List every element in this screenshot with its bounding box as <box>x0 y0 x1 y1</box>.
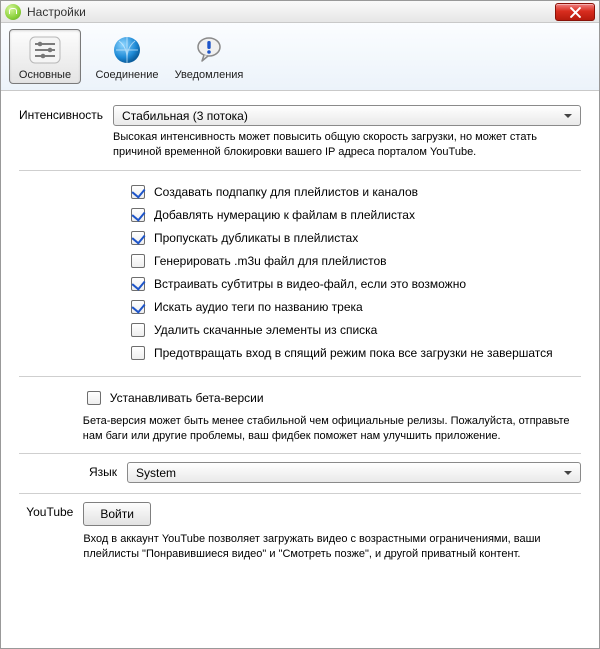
option-label[interactable]: Встраивать субтитры в видео-файл, если э… <box>154 277 466 291</box>
option-checkbox[interactable] <box>131 231 145 245</box>
option-checkbox[interactable] <box>131 277 145 291</box>
row-language: Язык System <box>19 462 581 483</box>
sliders-icon <box>28 33 62 67</box>
beta-hint: Бета-версия может быть менее стабильной … <box>83 414 581 444</box>
youtube-login-label: Войти <box>100 507 134 521</box>
option-row: Встраивать субтитры в видео-файл, если э… <box>127 274 581 294</box>
option-row: Искать аудио теги по названию трека <box>127 297 581 317</box>
option-row: Удалить скачанные элементы из списка <box>127 320 581 340</box>
beta-checkbox[interactable] <box>87 391 101 405</box>
option-row: Предотвращать вход в спящий режим пока в… <box>127 343 581 363</box>
language-select[interactable]: System <box>127 462 581 483</box>
toolbar: Основные Соединение <box>1 23 599 91</box>
tab-general[interactable]: Основные <box>9 29 81 84</box>
intensity-select[interactable]: Стабильная (3 потока) <box>113 105 581 126</box>
option-checkbox[interactable] <box>131 346 145 360</box>
intensity-value: Стабильная (3 потока) <box>122 109 248 123</box>
tab-general-label: Основные <box>19 69 71 81</box>
option-label[interactable]: Генерировать .m3u файл для плейлистов <box>154 254 387 268</box>
language-label: Язык <box>19 462 127 479</box>
settings-content: Интенсивность Стабильная (3 потока) Высо… <box>1 91 599 572</box>
option-label[interactable]: Создавать подпапку для плейлистов и кана… <box>154 185 418 199</box>
tab-notifications[interactable]: Уведомления <box>173 29 245 84</box>
option-row: Создавать подпапку для плейлистов и кана… <box>127 182 581 202</box>
option-row: Пропускать дубликаты в плейлистах <box>127 228 581 248</box>
row-options: Создавать подпапку для плейлистов и кана… <box>19 179 581 366</box>
option-checkbox[interactable] <box>131 208 145 222</box>
option-checkbox[interactable] <box>131 185 145 199</box>
option-label[interactable]: Искать аудио теги по названию трека <box>154 300 363 314</box>
option-row: Генерировать .m3u файл для плейлистов <box>127 251 581 271</box>
separator <box>19 493 581 494</box>
option-label[interactable]: Добавлять нумерацию к файлам в плейлиста… <box>154 208 415 222</box>
option-row: Добавлять нумерацию к файлам в плейлиста… <box>127 205 581 225</box>
option-label[interactable]: Удалить скачанные элементы из списка <box>154 323 377 337</box>
titlebar: Настройки <box>1 1 599 23</box>
option-label[interactable]: Предотвращать вход в спящий режим пока в… <box>154 346 553 360</box>
tab-notifications-label: Уведомления <box>175 69 244 81</box>
window-title: Настройки <box>27 5 86 19</box>
youtube-login-button[interactable]: Войти <box>83 502 151 526</box>
separator <box>19 453 581 454</box>
close-button[interactable] <box>555 3 595 21</box>
tab-connection[interactable]: Соединение <box>91 29 163 84</box>
separator <box>19 170 581 171</box>
intensity-hint: Высокая интенсивность может повысить общ… <box>113 130 581 160</box>
separator <box>19 376 581 377</box>
option-checkbox[interactable] <box>131 300 145 314</box>
youtube-label: YouTube <box>19 502 83 519</box>
row-intensity: Интенсивность Стабильная (3 потока) Высо… <box>19 105 581 160</box>
app-icon <box>5 4 21 20</box>
beta-label[interactable]: Устанавливать бета-версии <box>110 391 264 405</box>
globe-icon <box>110 33 144 67</box>
language-value: System <box>136 466 176 480</box>
close-icon <box>570 7 581 18</box>
row-beta: Устанавливать бета-версии Бета-версия мо… <box>19 385 581 444</box>
row-youtube: YouTube Войти Вход в аккаунт YouTube поз… <box>19 502 581 562</box>
option-checkbox[interactable] <box>131 254 145 268</box>
option-checkbox[interactable] <box>131 323 145 337</box>
option-label[interactable]: Пропускать дубликаты в плейлистах <box>154 231 358 245</box>
tab-connection-label: Соединение <box>95 69 158 81</box>
youtube-hint: Вход в аккаунт YouTube позволяет загружа… <box>83 532 581 562</box>
alert-icon <box>192 33 226 67</box>
intensity-label: Интенсивность <box>19 105 113 122</box>
